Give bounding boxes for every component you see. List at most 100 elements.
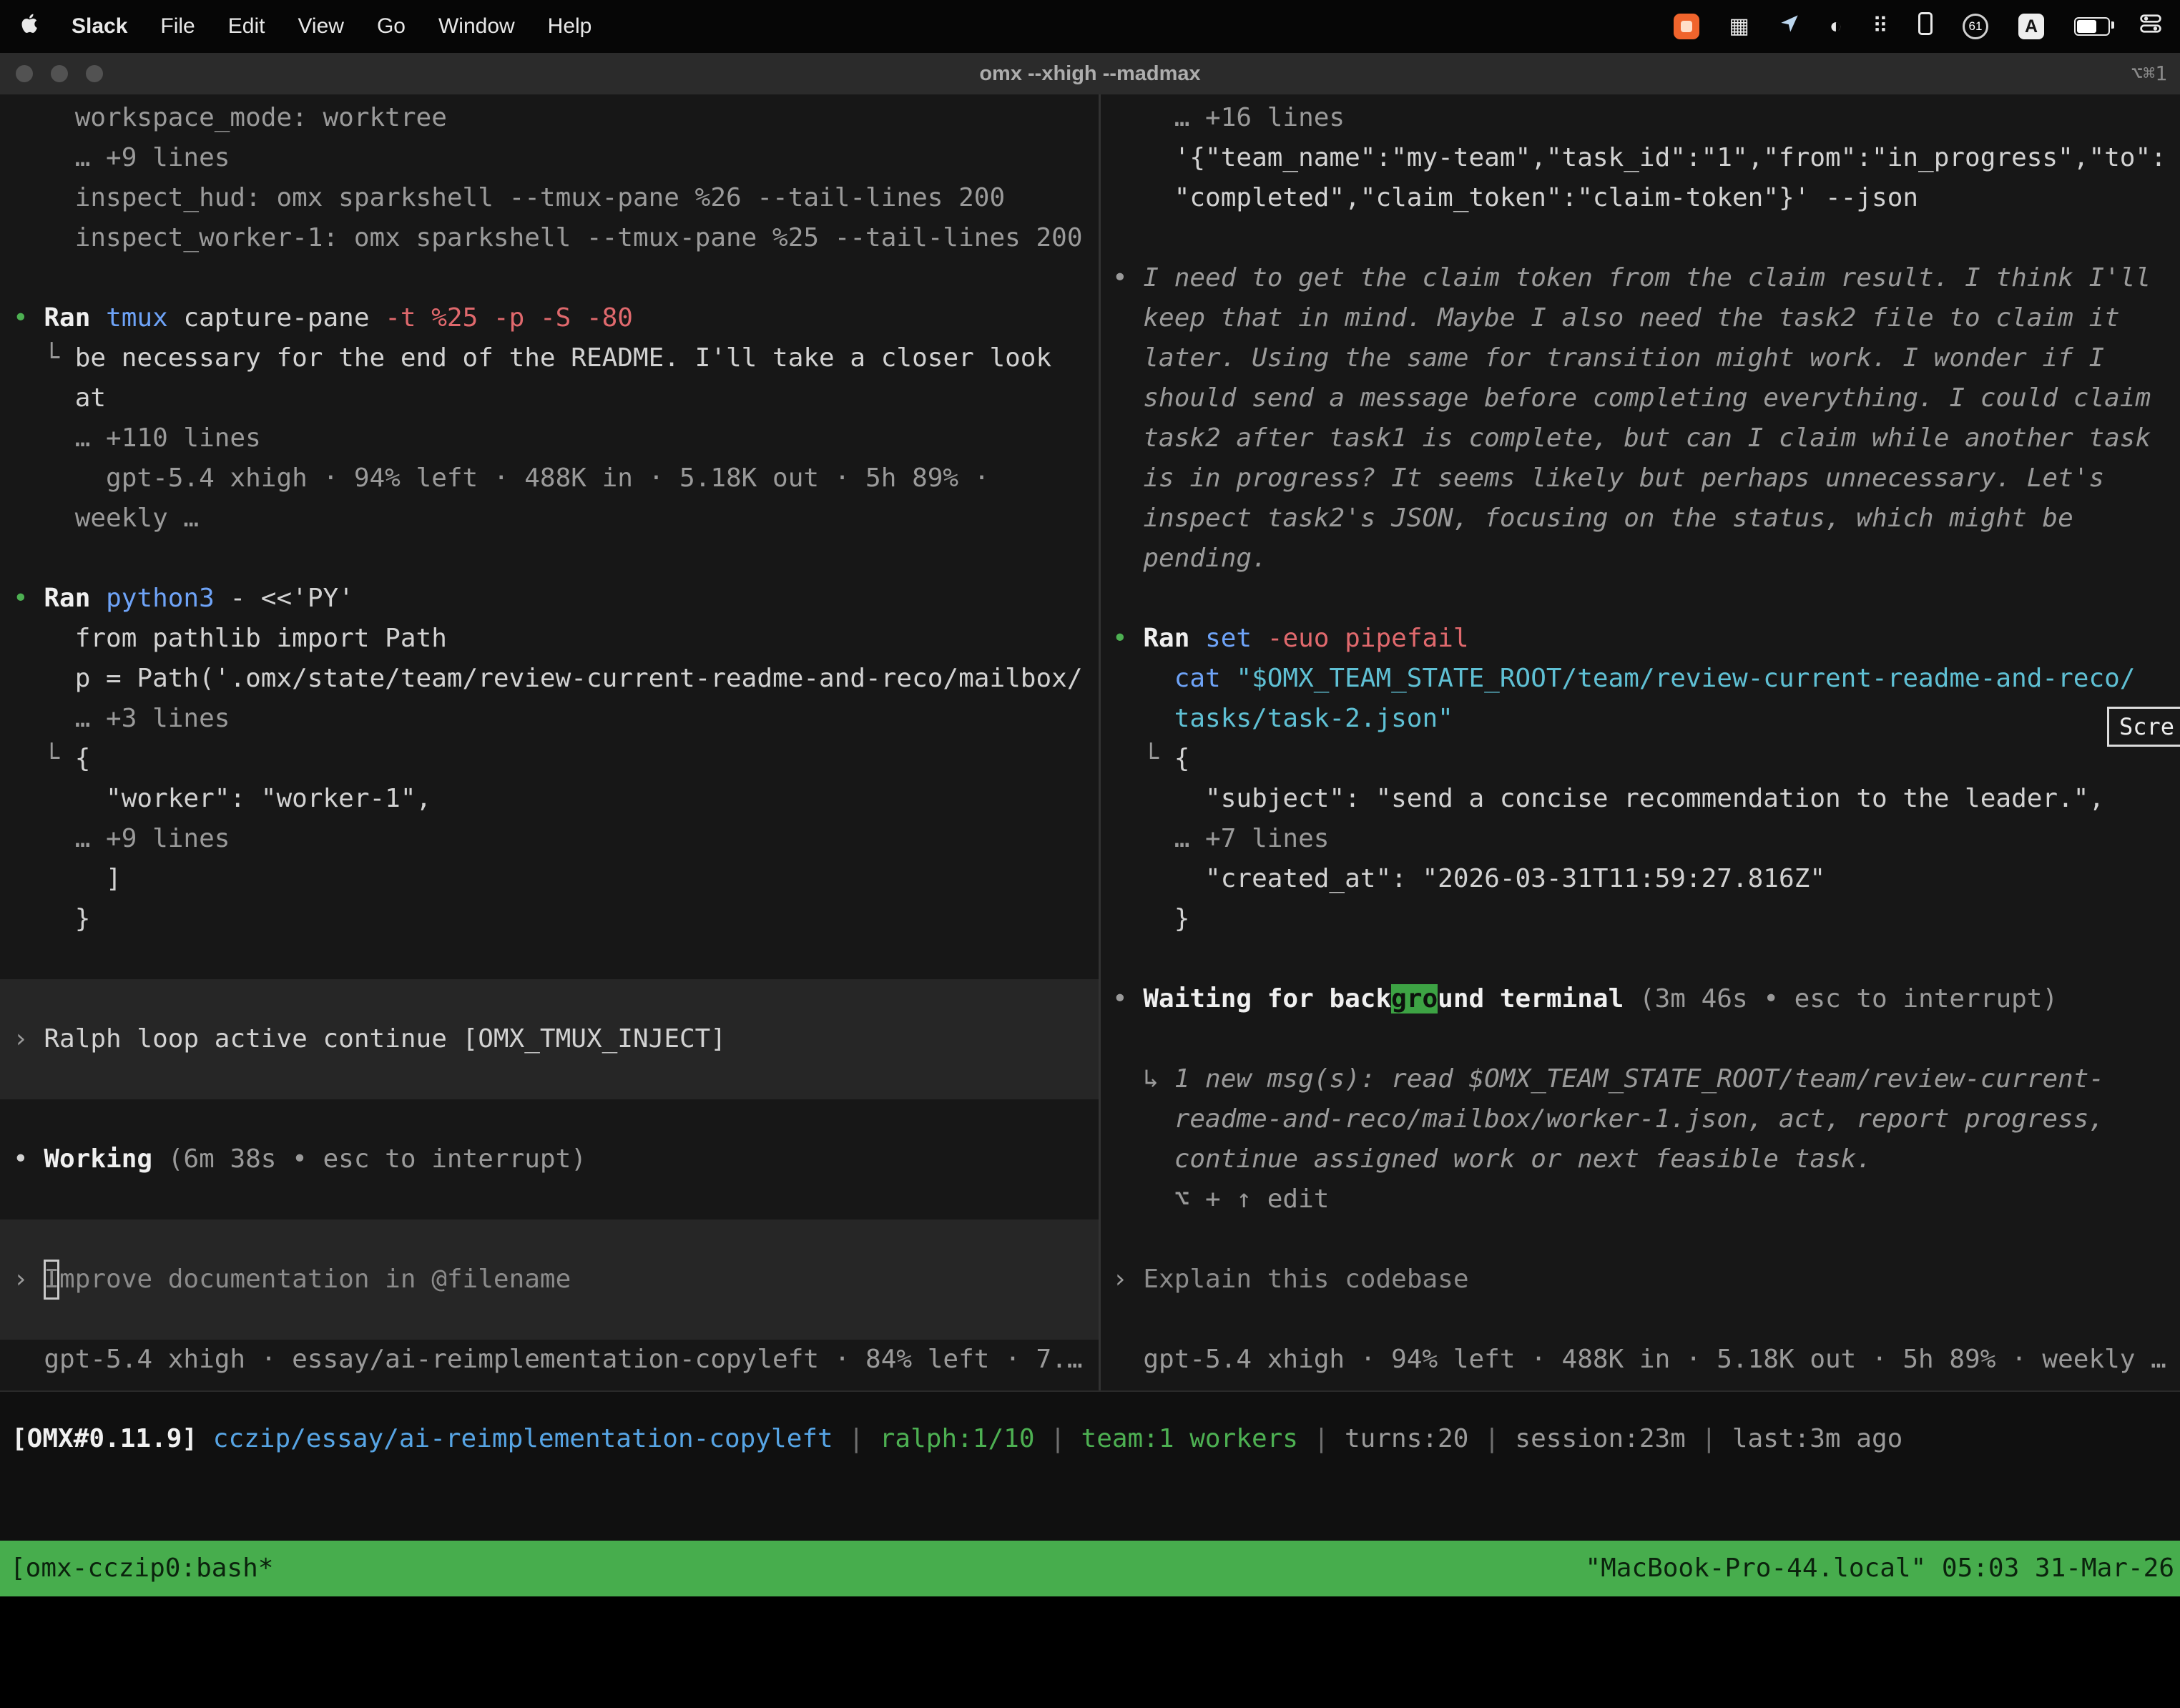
- menu-item-go[interactable]: Go: [377, 14, 406, 39]
- terminal-line: inspect_worker-1: omx sparkshell --tmux-…: [0, 218, 1099, 258]
- terminal-line: … +9 lines: [0, 819, 1099, 859]
- terminal-line: }: [1101, 899, 2180, 939]
- screen-overlay-tooltip: Scre: [2107, 707, 2180, 747]
- terminal-line: └ {: [1101, 739, 2180, 779]
- terminal-line: task2 after task1 is complete, but can I…: [1101, 418, 2180, 458]
- terminal-line: └ {: [0, 739, 1099, 779]
- menu-item-help[interactable]: Help: [548, 14, 592, 39]
- terminal-line: "subject": "send a concise recommendatio…: [1101, 779, 2180, 819]
- terminal-line: › Explain this codebase: [1101, 1260, 2180, 1300]
- terminal-line: [0, 539, 1099, 579]
- pane-divider[interactable]: [1099, 94, 1101, 1390]
- terminal-line: ]: [0, 859, 1099, 899]
- terminal-line: [1101, 1219, 2180, 1260]
- tmux-session-label: [omx-cczip0:bash*: [10, 1541, 273, 1596]
- terminal-line: ↳ 1 new msg(s): read $OMX_TEAM_STATE_ROO…: [1101, 1059, 2180, 1099]
- terminal-line: is in progress? It seems likely but perh…: [1101, 458, 2180, 499]
- battery-icon[interactable]: [2074, 17, 2110, 36]
- terminal-line: "completed","claim_token":"claim-token"}…: [1101, 178, 2180, 218]
- terminal-line: • Ran set -euo pipefail: [1101, 619, 2180, 659]
- terminal-line: … +110 lines: [0, 418, 1099, 458]
- menu-item-view[interactable]: View: [298, 14, 343, 39]
- terminal-line: readme-and-reco/mailbox/worker-1.json, a…: [1101, 1099, 2180, 1139]
- menu-bar-status-icons: ▦ ◐ ⠿ 61 A: [1674, 12, 2180, 41]
- terminal-line: "created_at": "2026-03-31T11:59:27.816Z": [1101, 859, 2180, 899]
- terminal-line: later. Using the same for transition mig…: [1101, 338, 2180, 378]
- terminal-line: [0, 1099, 1099, 1139]
- terminal-line: … +3 lines: [0, 699, 1099, 739]
- terminal-line: }: [0, 899, 1099, 939]
- terminal-pane-right[interactable]: … +16 lines '{"team_name":"my-team","tas…: [1101, 94, 2180, 1390]
- terminal-line: └ be necessary for the end of the README…: [0, 338, 1099, 378]
- terminal-line: weekly …: [0, 499, 1099, 539]
- window-shortcut: ⌥⌘1: [2131, 53, 2167, 94]
- terminal-line: • Ran tmux capture-pane -t %25 -p -S -80: [0, 298, 1099, 338]
- input-source-icon[interactable]: A: [2018, 14, 2044, 39]
- terminal-line: cat "$OMX_TEAM_STATE_ROOT/team/review-cu…: [1101, 659, 2180, 699]
- terminal-line: inspect task2's JSON, focusing on the st…: [1101, 499, 2180, 539]
- app-menu-slack[interactable]: Slack: [72, 14, 127, 39]
- terminal-line: keep that in mind. Maybe I also need the…: [1101, 298, 2180, 338]
- terminal-line: ⌥ + ↑ edit: [1101, 1179, 2180, 1219]
- dots-grid-icon[interactable]: ⠿: [1872, 14, 1888, 39]
- tmux-status-bar: [omx-cczip0:bash* "MacBook-Pro-44.local"…: [0, 1541, 2180, 1596]
- terminal-line: [0, 1059, 1099, 1099]
- omx-status-area: [OMX#0.11.9] cczip/essay/ai-reimplementa…: [0, 1392, 2180, 1541]
- menu-item-edit[interactable]: Edit: [228, 14, 265, 39]
- control-center-icon[interactable]: [2140, 13, 2161, 40]
- terminal-line: gpt-5.4 xhigh · essay/ai-reimplementatio…: [0, 1340, 1099, 1380]
- terminal-line: • Working (6m 38s • esc to interrupt): [0, 1139, 1099, 1179]
- terminal-line: continue assigned work or next feasible …: [1101, 1139, 2180, 1179]
- window-title-bar: omx --xhigh --madmax ⌥⌘1: [0, 53, 2180, 95]
- menu-item-window[interactable]: Window: [438, 14, 515, 39]
- apple-menu-icon[interactable]: [21, 14, 39, 39]
- terminal-line: [0, 1300, 1099, 1340]
- terminal-line: should send a message before completing …: [1101, 378, 2180, 418]
- terminal-line: [1101, 1300, 2180, 1340]
- terminal-line: • Ran python3 - <<'PY': [0, 579, 1099, 619]
- terminal-line: inspect_hud: omx sparkshell --tmux-pane …: [0, 178, 1099, 218]
- phone-icon[interactable]: [1918, 12, 1933, 41]
- menu-bar-left: Slack File Edit View Go Window Help: [0, 14, 591, 39]
- terminal-line: • I need to get the claim token from the…: [1101, 258, 2180, 298]
- battery-gauge-icon[interactable]: 61: [1963, 14, 1988, 39]
- terminal-line: [0, 1179, 1099, 1219]
- terminal-line: [0, 1219, 1099, 1260]
- omx-status-bar: [OMX#0.11.9] cczip/essay/ai-reimplementa…: [0, 1392, 2180, 1459]
- screen: { "menu_bar": { "app_name": "Slack", "me…: [0, 0, 2180, 1596]
- terminal-line: p = Path('.omx/state/team/review-current…: [0, 659, 1099, 699]
- terminal-line: [1101, 579, 2180, 619]
- terminal-line: • Waiting for background terminal (3m 46…: [1101, 979, 2180, 1019]
- window-title: omx --xhigh --madmax: [0, 53, 2180, 94]
- terminal-pane-left[interactable]: workspace_mode: worktree … +9 lines insp…: [0, 94, 1099, 1390]
- terminal-line: › Improve documentation in @filename: [0, 1260, 1099, 1300]
- terminal-line: … +16 lines: [1101, 98, 2180, 138]
- terminal-line: [OMX#0.11.9] cczip/essay/ai-reimplementa…: [0, 1419, 2180, 1459]
- display-contrast-icon[interactable]: ◐: [1830, 14, 1842, 39]
- terminal-line: from pathlib import Path: [0, 619, 1099, 659]
- terminal-line: tasks/task-2.json": [1101, 699, 2180, 739]
- battery-fill: [2077, 20, 2096, 33]
- terminal-line: at: [0, 378, 1099, 418]
- menu-bar: Slack File Edit View Go Window Help ▦ ◐ …: [0, 0, 2180, 53]
- terminal-line: [0, 979, 1099, 1019]
- terminal-line: [0, 939, 1099, 979]
- menu-item-file[interactable]: File: [160, 14, 195, 39]
- terminal-line: [1101, 1019, 2180, 1059]
- terminal-line: [0, 258, 1099, 298]
- terminal: workspace_mode: worktree … +9 lines insp…: [0, 94, 2180, 1390]
- terminal-line: workspace_mode: worktree: [0, 98, 1099, 138]
- terminal-line: gpt-5.4 xhigh · 94% left · 488K in · 5.1…: [0, 458, 1099, 499]
- terminal-line: "worker": "worker-1",: [0, 779, 1099, 819]
- terminal-line: gpt-5.4 xhigh · 94% left · 488K in · 5.1…: [1101, 1340, 2180, 1380]
- screen-recording-icon[interactable]: [1674, 14, 1699, 39]
- location-arrow-icon[interactable]: [1779, 14, 1800, 39]
- terminal-line: pending.: [1101, 539, 2180, 579]
- terminal-line: [1101, 939, 2180, 979]
- tmux-host-clock: "MacBook-Pro-44.local" 05:03 31-Mar-26: [1585, 1541, 2174, 1596]
- grid-icon[interactable]: ▦: [1729, 14, 1749, 39]
- terminal-line: [1101, 218, 2180, 258]
- terminal-line: '{"team_name":"my-team","task_id":"1","f…: [1101, 138, 2180, 178]
- terminal-line: … +9 lines: [0, 138, 1099, 178]
- terminal-line: … +7 lines: [1101, 819, 2180, 859]
